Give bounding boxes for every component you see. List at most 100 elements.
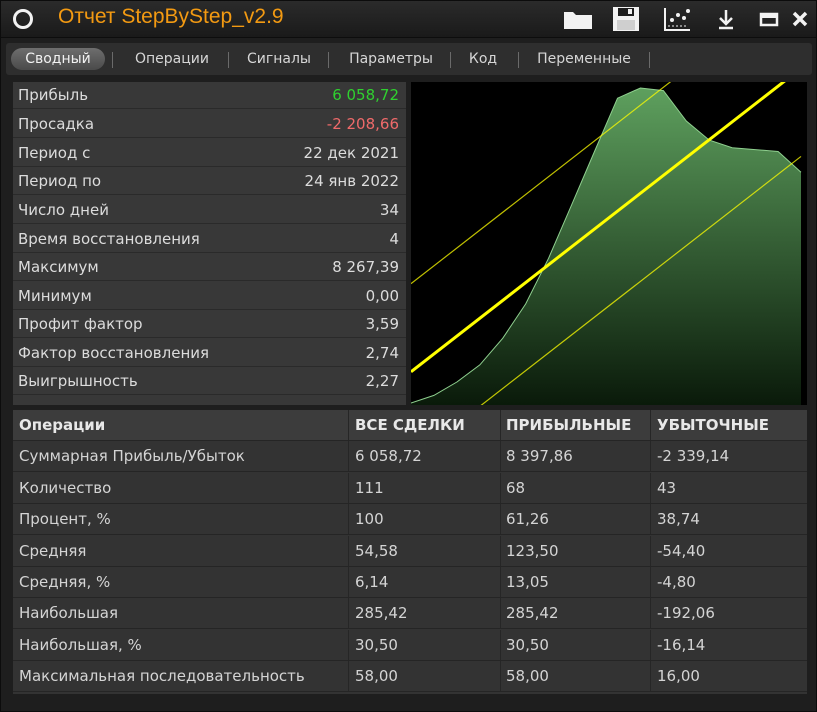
cell-all: 30,50 <box>355 636 398 654</box>
summary-label: Фактор восстановления <box>18 344 210 362</box>
table-row: Наибольшая 285,42 285,42 -192,06 <box>13 598 807 629</box>
summary-value: 2,27 <box>365 372 399 390</box>
operations-table: Операции ВСЕ СДЕЛКИ ПРИБЫЛЬНЫЕ УБЫТОЧНЫЕ… <box>13 410 807 694</box>
row-label: Наибольшая, % <box>19 636 142 654</box>
table-header-row: Операции ВСЕ СДЕЛКИ ПРИБЫЛЬНЫЕ УБЫТОЧНЫЕ <box>13 410 807 441</box>
tab-summary[interactable]: Сводный <box>11 48 105 70</box>
column-header-all-trades: ВСЕ СДЕЛКИ <box>355 416 465 434</box>
column-divider <box>348 536 349 566</box>
table-row: Средняя 54,58 123,50 -54,40 <box>13 536 807 567</box>
tab-separator <box>518 52 519 68</box>
tab-variables[interactable]: Переменные <box>526 48 642 70</box>
column-divider <box>500 630 501 660</box>
circle-icon[interactable] <box>13 9 33 29</box>
summary-value: 22 дек 2021 <box>303 144 399 162</box>
column-divider <box>650 473 651 503</box>
tab-separator <box>450 52 451 68</box>
column-divider <box>650 536 651 566</box>
column-divider <box>348 504 349 534</box>
summary-value: 8 267,39 <box>332 258 399 276</box>
summary-label: Просадка <box>18 115 95 133</box>
summary-row-maximum: Максимум 8 267,39 <box>13 254 406 281</box>
table-row: Наибольшая, % 30,50 30,50 -16,14 <box>13 630 807 661</box>
cell-profitable: 285,42 <box>506 604 559 622</box>
row-label: Максимальная последовательность <box>19 667 305 685</box>
folder-icon[interactable] <box>562 7 594 31</box>
table-row: Суммарная Прибыль/Убыток 6 058,72 8 397,… <box>13 441 807 472</box>
column-divider <box>650 598 651 628</box>
title-bar: Отчет StepByStep_v2.9 <box>1 1 816 38</box>
summary-value: 6 058,72 <box>332 86 399 104</box>
row-label: Суммарная Прибыль/Убыток <box>19 447 245 465</box>
summary-label: Период с <box>18 144 91 162</box>
cell-profitable: 8 397,86 <box>506 447 573 465</box>
tab-operations[interactable]: Операции <box>120 48 224 70</box>
column-divider <box>500 504 501 534</box>
tab-separator <box>112 52 113 68</box>
summary-label: Профит фактор <box>18 315 143 333</box>
column-divider <box>500 410 501 440</box>
window-title: Отчет StepByStep_v2.9 <box>58 5 284 28</box>
column-divider <box>650 567 651 597</box>
table-row: Количество 111 68 43 <box>13 473 807 504</box>
summary-row-days: Число дней 34 <box>13 197 406 224</box>
report-window: Отчет StepByStep_v2.9 Сводный Операции С… <box>0 0 817 712</box>
equity-area <box>411 88 801 405</box>
summary-row-minimum: Минимум 0,00 <box>13 283 406 310</box>
tab-bar: Сводный Операции Сигналы Параметры Код П… <box>6 43 812 75</box>
column-divider <box>500 441 501 471</box>
cell-losing: -4,80 <box>657 573 696 591</box>
row-label: Процент, % <box>19 510 111 528</box>
column-divider <box>500 536 501 566</box>
column-divider <box>348 473 349 503</box>
table-row: Средняя, % 6,14 13,05 -4,80 <box>13 567 807 598</box>
summary-value: 2,74 <box>365 344 399 362</box>
cell-profitable: 58,00 <box>506 667 549 685</box>
column-divider <box>650 630 651 660</box>
column-divider <box>500 567 501 597</box>
cell-losing: 43 <box>657 479 677 497</box>
cell-profitable: 68 <box>506 479 526 497</box>
tab-signals[interactable]: Сигналы <box>234 48 324 70</box>
summary-label: Максимум <box>18 258 99 276</box>
summary-row-profit-factor: Профит фактор 3,59 <box>13 311 406 338</box>
column-divider <box>500 473 501 503</box>
row-label: Средняя, % <box>19 573 111 591</box>
cell-profitable: 13,05 <box>506 573 549 591</box>
column-divider <box>650 410 651 440</box>
download-icon[interactable] <box>714 7 738 31</box>
equity-chart <box>411 82 807 405</box>
summary-value: 24 янв 2022 <box>304 172 399 190</box>
column-divider <box>348 441 349 471</box>
summary-label: Прибыль <box>18 86 89 104</box>
row-label: Наибольшая <box>19 604 119 622</box>
column-divider <box>500 661 501 691</box>
minimize-icon[interactable] <box>757 7 781 31</box>
close-icon[interactable] <box>788 7 812 31</box>
summary-row-period-to: Период по 24 янв 2022 <box>13 168 406 195</box>
summary-panel: Прибыль 6 058,72 Просадка -2 208,66 Пери… <box>13 82 406 405</box>
save-icon[interactable] <box>611 7 641 31</box>
table-row: Максимальная последовательность 58,00 58… <box>13 661 807 692</box>
summary-row-profit: Прибыль 6 058,72 <box>13 82 406 109</box>
cell-profitable: 61,26 <box>506 510 549 528</box>
column-divider <box>650 504 651 534</box>
tab-separator <box>328 52 329 68</box>
summary-label: Выигрышность <box>18 372 138 390</box>
cell-losing: 38,74 <box>657 510 700 528</box>
summary-row-period-from: Период с 22 дек 2021 <box>13 140 406 167</box>
column-divider <box>348 630 349 660</box>
tab-code[interactable]: Код <box>458 48 508 70</box>
cell-all: 285,42 <box>355 604 408 622</box>
cell-losing: -16,14 <box>657 636 706 654</box>
column-header-profitable: ПРИБЫЛЬНЫЕ <box>506 416 632 434</box>
tab-parameters[interactable]: Параметры <box>336 48 446 70</box>
summary-value: 3,59 <box>365 315 399 333</box>
summary-row-recovery-factor: Фактор восстановления 2,74 <box>13 340 406 367</box>
column-divider <box>650 661 651 691</box>
cell-all: 58,00 <box>355 667 398 685</box>
chart-settings-icon[interactable] <box>661 7 693 31</box>
summary-value: -2 208,66 <box>326 115 399 133</box>
summary-row-drawdown: Просадка -2 208,66 <box>13 111 406 138</box>
column-divider <box>500 598 501 628</box>
